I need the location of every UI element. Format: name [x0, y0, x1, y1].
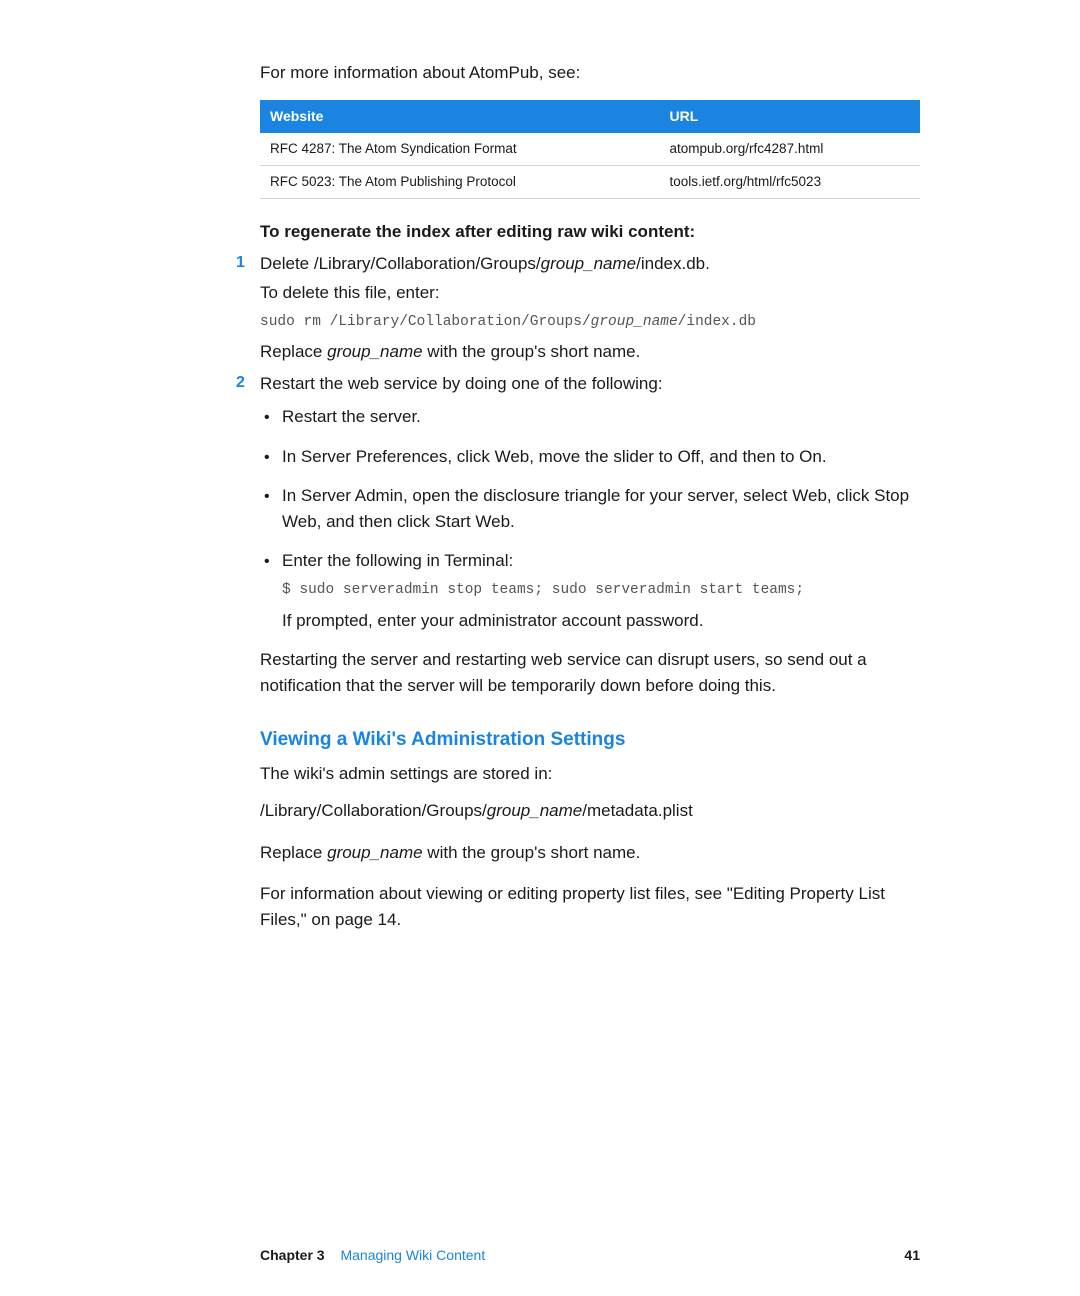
table-cell: RFC 4287: The Atom Syndication Format — [260, 133, 660, 166]
code-block: $ sudo serveradmin stop teams; sudo serv… — [282, 580, 920, 602]
chapter-label: Chapter 3 — [260, 1247, 325, 1263]
section-crossref: For information about viewing or editing… — [260, 881, 920, 932]
list-item: Enter the following in Terminal: $ sudo … — [282, 548, 920, 633]
section-path: /Library/Collaboration/Groups/group_name… — [260, 798, 920, 824]
table-header-url: URL — [660, 100, 921, 133]
table-cell: tools.ietf.org/html/rfc5023 — [660, 165, 921, 198]
step-text: Restart the web service by doing one of … — [260, 374, 663, 393]
table-cell: RFC 5023: The Atom Publishing Protocol — [260, 165, 660, 198]
table-cell: atompub.org/rfc4287.html — [660, 133, 921, 166]
table-header-website: Website — [260, 100, 660, 133]
step-number: 2 — [236, 371, 245, 395]
atompub-table: Website URL RFC 4287: The Atom Syndicati… — [260, 100, 920, 200]
regenerate-heading: To regenerate the index after editing ra… — [260, 219, 920, 245]
restart-warning: Restarting the server and restarting web… — [260, 647, 920, 698]
table-row: RFC 4287: The Atom Syndication Format at… — [260, 133, 920, 166]
section-replace-note: Replace group_name with the group's shor… — [260, 840, 920, 866]
step-2: 2 Restart the web service by doing one o… — [260, 371, 920, 633]
page-number: 41 — [904, 1245, 920, 1266]
list-item: Restart the server. — [282, 404, 920, 430]
table-row: RFC 5023: The Atom Publishing Protocol t… — [260, 165, 920, 198]
step-subtext: To delete this file, enter: — [260, 280, 920, 306]
section-paragraph: The wiki's admin settings are stored in: — [260, 761, 920, 787]
code-block: sudo rm /Library/Collaboration/Groups/gr… — [260, 312, 920, 334]
step-number: 1 — [236, 251, 245, 275]
step-text: Delete /Library/Collaboration/Groups/gro… — [260, 254, 710, 273]
step-1: 1 Delete /Library/Collaboration/Groups/g… — [260, 251, 920, 365]
step-replace-note: Replace group_name with the group's shor… — [260, 339, 920, 365]
list-item: In Server Preferences, click Web, move t… — [282, 444, 920, 470]
intro-paragraph: For more information about AtomPub, see: — [260, 60, 920, 86]
step-subtext: If prompted, enter your administrator ac… — [282, 608, 920, 634]
section-heading: Viewing a Wiki's Administration Settings — [260, 726, 920, 755]
list-item: In Server Admin, open the disclosure tri… — [282, 483, 920, 534]
page-footer: Chapter 3 Managing Wiki Content 41 — [260, 1245, 920, 1266]
chapter-title: Managing Wiki Content — [340, 1247, 485, 1263]
